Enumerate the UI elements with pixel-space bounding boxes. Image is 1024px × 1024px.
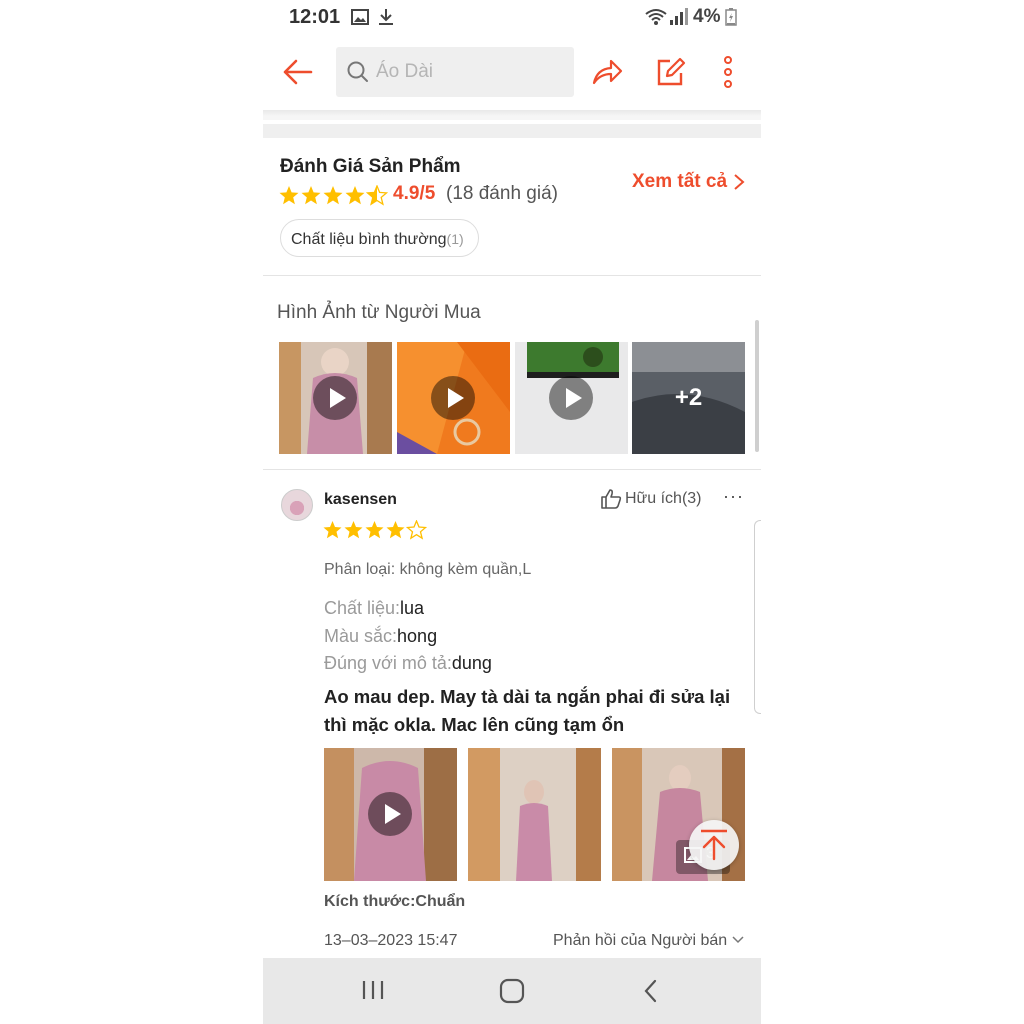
star-icon: [301, 186, 321, 205]
vertical-scroll-indicator: [754, 520, 761, 714]
share-icon: [592, 59, 623, 85]
review-comment: Ao mau dep. May tà dài ta ngắn phai đi s…: [324, 686, 731, 735]
review-image[interactable]: [468, 748, 601, 881]
review-size-label: Kích thước:Chuẩn: [324, 893, 466, 910]
home-button[interactable]: [499, 978, 525, 1009]
wifi-icon: [645, 8, 667, 31]
divider: [263, 275, 761, 276]
image-notification-icon: [351, 8, 369, 31]
back-nav-button[interactable]: [641, 978, 661, 1009]
search-icon: [347, 61, 368, 82]
thumbs-up-icon[interactable]: [600, 488, 622, 510]
star-icon: [323, 186, 343, 205]
review-video-thumbnail[interactable]: [324, 748, 457, 881]
rating-score: 4.9/5: [393, 183, 436, 204]
seller-reply-toggle[interactable]: Phản hồi của Người bán: [553, 932, 744, 950]
back-button[interactable]: [281, 56, 313, 88]
star-icon: [365, 521, 384, 539]
buyer-video-thumbnail[interactable]: [397, 342, 510, 454]
play-icon: [549, 376, 593, 420]
buyer-video-thumbnail[interactable]: [515, 342, 628, 454]
see-all-reviews-link[interactable]: Xem tất cả: [632, 171, 727, 193]
ratings-title: Đánh Giá Sản Phẩm: [280, 156, 461, 177]
arrow-left-icon: [283, 59, 313, 85]
arrow-up-to-top-icon: [701, 829, 727, 861]
chip-label: Chất liệu bình thường: [291, 231, 447, 248]
home-icon: [499, 978, 525, 1004]
play-icon: [431, 376, 475, 420]
chip-count: (1): [446, 231, 464, 247]
more-options-button[interactable]: [713, 56, 743, 88]
scroll-to-top-button[interactable]: [689, 820, 739, 870]
star-icon: [386, 521, 405, 539]
rating-stars: [279, 184, 389, 207]
status-bar: 12:01 4%: [263, 0, 761, 34]
review-username: kasensen: [324, 491, 397, 508]
battery-percent: 4%: [693, 6, 721, 27]
review-variant: Phân loại: không kèm quần,L: [324, 561, 532, 578]
top-app-bar: Áo Dài: [263, 34, 761, 110]
half-star-icon: [365, 184, 389, 206]
phone-screen: 12:01 4% Áo Dài Đánh Giá Sản Phẩm 4.9/5 …: [263, 0, 761, 1024]
review-stars: [323, 519, 428, 545]
search-input[interactable]: Áo Dài: [336, 47, 574, 97]
play-icon: [313, 376, 357, 420]
edit-button[interactable]: [654, 56, 686, 88]
buyer-images-title: Hình Ảnh từ Người Mua: [277, 302, 481, 323]
recent-apps-button[interactable]: [361, 978, 385, 1007]
play-icon: [368, 792, 412, 836]
edit-icon: [657, 57, 686, 86]
status-time: 12:01: [289, 6, 341, 28]
more-images-count: +2: [674, 384, 703, 411]
signal-icon: [669, 8, 689, 31]
review-more-button[interactable]: ···: [723, 486, 744, 507]
share-button[interactable]: [591, 56, 623, 88]
avatar[interactable]: [281, 489, 313, 521]
star-icon: [323, 521, 342, 539]
empty-star-icon: [405, 519, 428, 540]
review-filter-chip[interactable]: Chất liệu bình thường(1): [280, 219, 479, 257]
divider: [263, 469, 761, 470]
recent-apps-icon: [362, 981, 384, 999]
star-icon: [344, 521, 363, 539]
horizontal-scroll-indicator: [755, 320, 759, 452]
download-icon: [377, 8, 395, 31]
rating-count: (18 đánh giá): [446, 183, 558, 204]
section-gap: [263, 110, 761, 138]
star-icon: [279, 186, 299, 205]
star-icon: [345, 186, 365, 205]
more-vertical-icon: [724, 56, 732, 88]
buyer-more-images[interactable]: +2: [632, 342, 745, 454]
review-attribute: Đúng với mô tả:dung: [324, 653, 492, 673]
battery-icon: [725, 8, 737, 31]
helpful-button[interactable]: Hữu ích(3): [625, 490, 702, 508]
review-attribute: Màu sắc:hong: [324, 626, 438, 646]
nav-back-icon: [644, 979, 657, 1003]
buyer-video-thumbnail[interactable]: [279, 342, 392, 454]
search-placeholder: Áo Dài: [376, 61, 434, 82]
review-attribute: Chất liệu:lua: [324, 598, 425, 618]
review-date: 13–03–2023 15:47: [324, 932, 458, 949]
system-navigation-bar: [263, 958, 761, 1024]
seller-reply-label: Phản hồi của Người bán: [553, 932, 728, 949]
chevron-down-icon: [732, 936, 744, 944]
chevron-right-icon[interactable]: [733, 173, 745, 191]
